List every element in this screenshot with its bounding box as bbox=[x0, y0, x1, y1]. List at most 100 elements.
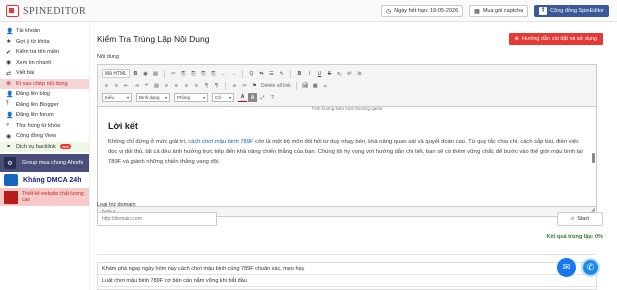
spellcheck-button[interactable]: ✎ bbox=[277, 69, 286, 78]
sidebar-item-domain-check[interactable]: ✔ Kiểm tra tên miền bbox=[0, 47, 89, 58]
anchor-button[interactable]: ⚑ bbox=[250, 81, 259, 90]
superscript-button[interactable]: x² bbox=[345, 69, 354, 78]
numbered-list-button[interactable]: ≡ bbox=[102, 81, 111, 90]
source-html-button[interactable]: Mã HTML bbox=[102, 69, 130, 78]
redo-button[interactable]: → bbox=[229, 69, 238, 78]
delete-all-link-button[interactable]: Delete all link bbox=[260, 81, 292, 90]
font-family-select[interactable]: Phông ▾ bbox=[174, 93, 208, 102]
text-color-button[interactable]: A bbox=[238, 93, 247, 102]
bg-color-button[interactable]: A bbox=[248, 93, 257, 102]
toolbar-separator bbox=[163, 69, 165, 78]
editor-toolbar: Mã HTML B ◉ ▤ ✂ ⎘ ⎘ ⎘ ⎘ ← → Q ⇆ ☰ ✎ B I bbox=[98, 65, 596, 107]
remove-format-button[interactable]: Ix bbox=[355, 69, 364, 78]
div-button[interactable]: ▤ bbox=[152, 81, 161, 90]
sidebar-item-label: Cộng đồng View bbox=[16, 133, 57, 140]
captcha-button[interactable]: ▦ Mua gói captcha bbox=[469, 5, 529, 17]
phone-icon[interactable]: ✆ bbox=[581, 258, 600, 277]
subscript-button[interactable]: x₂ bbox=[335, 69, 344, 78]
format-select-value: Định dạng bbox=[139, 95, 160, 100]
select-all-button[interactable]: ☰ bbox=[267, 69, 276, 78]
page-title: Kiểm Tra Trùng Lặp Nội Dung bbox=[97, 34, 210, 44]
emoji-button[interactable]: ☺ bbox=[321, 81, 330, 90]
font-size-select[interactable]: Cỡ ▾ bbox=[212, 93, 234, 102]
sidebar-item-copy-check[interactable]: ⊗ Kt sao chép nội dung bbox=[0, 78, 89, 89]
captcha-label: Mua gói captcha bbox=[482, 8, 524, 14]
sidebar-item-post-forum[interactable]: 👤 Đăng lên forum bbox=[0, 110, 89, 121]
duplicate-result-label: Kết quả trùng lặp: 0% bbox=[546, 234, 603, 240]
logo[interactable]: SPINEDITOR bbox=[6, 5, 86, 17]
sidebar-item-community-view[interactable]: ◉ Cộng đồng View bbox=[0, 131, 89, 142]
exclude-domain-input[interactable] bbox=[97, 212, 217, 226]
paste-text-button[interactable]: ⎘ bbox=[199, 69, 208, 78]
italic-button[interactable]: I bbox=[305, 69, 314, 78]
paste-word-button[interactable]: ⎘ bbox=[209, 69, 218, 78]
sidebar-item-keyword-suggest[interactable]: ★ Gợi ý từ khóa bbox=[0, 37, 89, 48]
bold-button[interactable]: B bbox=[295, 69, 304, 78]
promo-dmca[interactable]: Kháng DMCA 24h bbox=[0, 172, 89, 188]
justify-button[interactable]: ≡ bbox=[192, 81, 201, 90]
align-center-button[interactable]: ≡ bbox=[172, 81, 181, 90]
link-button[interactable]: ∞ bbox=[230, 81, 239, 90]
logo-text: SPINEDITOR bbox=[23, 5, 87, 17]
start-button-label: Start bbox=[577, 216, 589, 222]
outdent-button[interactable]: ⇤ bbox=[122, 81, 131, 90]
expiry-button[interactable]: ◷ Ngày hết hạn: 19-05-2026 bbox=[380, 5, 464, 17]
style-select[interactable]: Kiểu ▾ bbox=[102, 93, 132, 102]
sidebar-item-write[interactable]: ⇄ Viết bài bbox=[0, 68, 89, 79]
community-button[interactable]: f Cộng đồng SpinEditor bbox=[534, 5, 609, 17]
promo-group-ahrefs[interactable]: ⚙ Group mua chung Ahrefs bbox=[0, 154, 89, 172]
toolbar-separator bbox=[225, 81, 226, 90]
main-content: Kiểm Tra Trùng Lặp Nội Dung ⊕ Hướng dẫn … bbox=[91, 22, 617, 290]
paragraph-link[interactable]: cách chơi mậu binh 789F bbox=[188, 139, 253, 145]
cut-button[interactable]: ✂ bbox=[169, 69, 178, 78]
ltr-button[interactable]: ¶ bbox=[202, 81, 211, 90]
underline-button[interactable]: U bbox=[315, 69, 324, 78]
image-button[interactable]: 🖼 bbox=[301, 81, 310, 90]
find-button[interactable]: Q bbox=[247, 69, 256, 78]
indent-button[interactable]: ⇥ bbox=[132, 81, 141, 90]
copy-button[interactable]: ⎘ bbox=[179, 69, 188, 78]
rich-text-editor: Mã HTML B ◉ ▤ ✂ ⎘ ⎘ ⎘ ⎘ ← → Q ⇆ ☰ ✎ B I bbox=[97, 64, 597, 217]
sidebar-item-account[interactable]: 👤 Tài khoản bbox=[0, 26, 89, 37]
help-icon[interactable]: ? bbox=[268, 93, 277, 102]
editor-scroll-thumb[interactable] bbox=[592, 153, 595, 163]
result-list: Khám phá ngay ngày hôm nay cách chơi mậu… bbox=[97, 262, 597, 290]
replace-button[interactable]: ⇆ bbox=[257, 69, 266, 78]
style-select-value: Kiểu bbox=[105, 95, 115, 100]
list-item: Luật chơi mậu binh 789F cơ bản cần nắm v… bbox=[98, 275, 596, 287]
sidebar-item-quick-news[interactable]: ◉ Xem tin nhanh bbox=[0, 58, 89, 69]
format-select[interactable]: Định dạng ▾ bbox=[136, 93, 170, 102]
strike-button[interactable]: S bbox=[325, 69, 334, 78]
table-button[interactable]: ▦ bbox=[311, 81, 320, 90]
sidebar-item-label: Xem tin nhanh bbox=[16, 59, 52, 66]
blockquote-button[interactable]: ❝ bbox=[142, 81, 151, 90]
search-icon: ⌕ bbox=[6, 122, 10, 129]
guide-button[interactable]: ⊕ Hướng dẫn cài đặt và sử dụng bbox=[508, 33, 603, 45]
undo-button[interactable]: ← bbox=[219, 69, 228, 78]
sidebar-item-label: Tài khoản bbox=[16, 28, 41, 35]
sidebar-item-backlink[interactable]: ⚭ Dịch vụ backlink new bbox=[0, 141, 89, 152]
save-button[interactable]: B bbox=[131, 69, 140, 78]
sidebar-item-post-blogger[interactable]: ⤒ Đăng lên Blogger bbox=[0, 100, 89, 111]
paste-button[interactable]: ⎘ bbox=[189, 69, 198, 78]
align-left-button[interactable]: ≡ bbox=[162, 81, 171, 90]
editor-content[interactable]: Tình huống biến bình thường game Lời kết… bbox=[98, 107, 596, 206]
sidebar-item-keyword-battle[interactable]: ⌕ Thư hùng từ khóa bbox=[0, 121, 89, 132]
maximize-icon[interactable]: ⤢ bbox=[258, 93, 267, 102]
template-button[interactable]: ▤ bbox=[151, 69, 160, 78]
toolbar-separator bbox=[241, 69, 243, 78]
preview-button[interactable]: ◉ bbox=[141, 69, 150, 78]
messenger-icon[interactable]: ✉ bbox=[557, 258, 576, 277]
unlink-button[interactable]: ✂ bbox=[240, 81, 249, 90]
divider bbox=[97, 254, 597, 255]
align-right-button[interactable]: ≡ bbox=[182, 81, 191, 90]
chevron-down-icon: ▾ bbox=[202, 95, 205, 100]
search-icon: ⌕ bbox=[571, 215, 575, 222]
logo-icon bbox=[6, 5, 19, 17]
start-button[interactable]: ⌕ Start bbox=[557, 212, 603, 226]
bullet-list-button[interactable]: ≡ bbox=[112, 81, 121, 90]
promo-website-design[interactable]: Thiết kế website chất lượng cao bbox=[0, 188, 89, 206]
sidebar-item-post-blog[interactable]: 👤 Đăng lên blog bbox=[0, 89, 89, 100]
sidebar-item-label: Đăng lên blog bbox=[16, 91, 50, 98]
rtl-button[interactable]: ¶ bbox=[212, 81, 221, 90]
